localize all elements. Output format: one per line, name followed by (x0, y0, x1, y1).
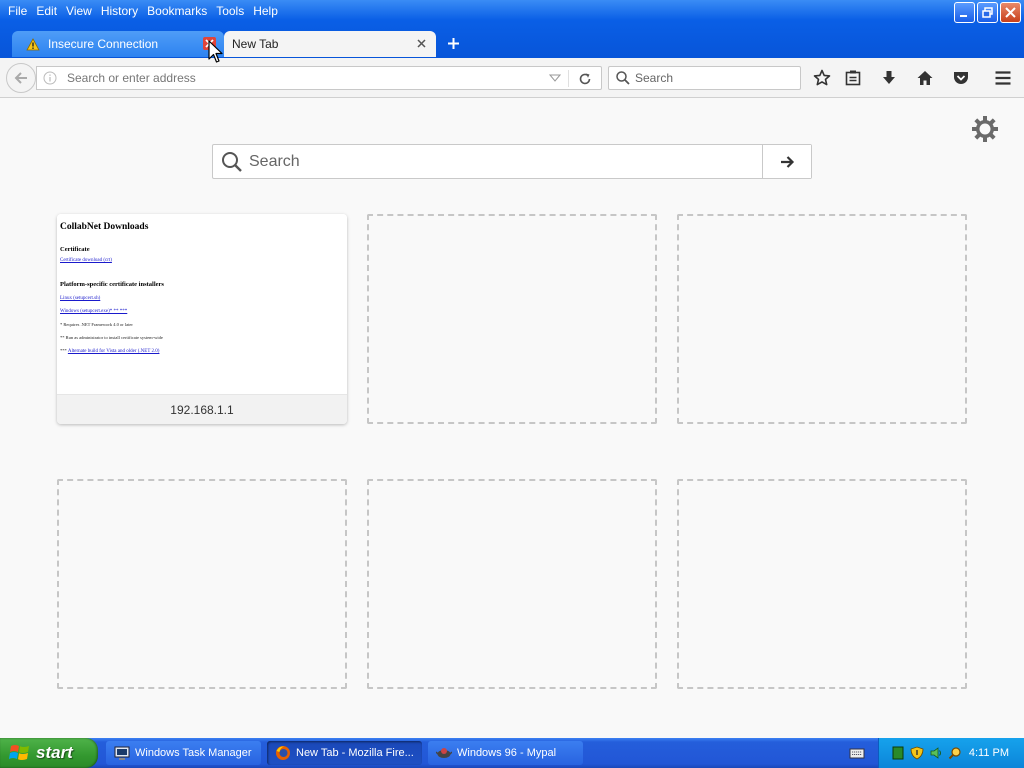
empty-tile-placeholder (367, 479, 657, 689)
newtab-settings-button[interactable] (970, 114, 1000, 144)
tile-title: 192.168.1.1 (57, 394, 347, 424)
minimize-icon (960, 15, 967, 17)
tab-new-tab[interactable]: New Tab (224, 31, 436, 57)
thumb-section: Platform-specific certificate installers (60, 281, 164, 288)
menu-view[interactable]: View (58, 4, 92, 18)
new-tab-button[interactable] (444, 34, 462, 52)
menu-file[interactable]: File (0, 4, 27, 18)
restore-button[interactable] (977, 2, 998, 23)
tab-label: New Tab (232, 37, 279, 51)
arrow-right-icon (781, 155, 795, 168)
navigation-toolbar (0, 58, 1024, 98)
top-site-tile[interactable]: CollabNet Downloads Certificate Certific… (57, 214, 347, 424)
window-chrome: File Edit View History Bookmarks Tools H… (0, 0, 1024, 60)
system-tray: 4:11 PM (878, 738, 1024, 768)
toolbar-search-bar[interactable] (608, 66, 801, 90)
taskbar-item-mypal[interactable]: Windows 96 - Mypal (428, 741, 583, 765)
tile-thumbnail: CollabNet Downloads Certificate Certific… (57, 214, 347, 394)
info-icon[interactable] (43, 71, 57, 85)
download-arrow-icon (883, 71, 895, 84)
home-icon (917, 71, 933, 85)
empty-tile-placeholder (677, 214, 967, 424)
newtab-search-box[interactable] (212, 144, 812, 179)
chevron-down-icon[interactable] (549, 73, 561, 83)
volume-icon[interactable] (929, 746, 943, 760)
thumb-section: Certificate (60, 246, 90, 253)
windows-flag-icon (9, 743, 31, 763)
bookmark-star-button[interactable] (812, 68, 832, 88)
menu-history[interactable]: History (93, 4, 138, 18)
thumb-note: * Requires .NET Framework 4.0 or later (60, 322, 133, 327)
close-icon (1005, 7, 1016, 18)
pocket-icon (954, 72, 968, 84)
url-bar[interactable] (36, 66, 602, 90)
task-label: New Tab - Mozilla Fire... (296, 747, 414, 759)
divider (568, 70, 569, 87)
close-window-button[interactable] (1000, 2, 1021, 23)
task-manager-icon (114, 745, 130, 761)
plus-icon (447, 37, 459, 49)
thumb-link: Alternate build for Vista and older (.NE… (67, 349, 160, 354)
taskbar: start Windows Task Manager New Tab - Moz… (0, 738, 1024, 768)
menu-button[interactable] (993, 68, 1013, 88)
empty-tile-placeholder (367, 214, 657, 424)
search-go-button[interactable] (762, 145, 811, 178)
minimize-button[interactable] (954, 2, 975, 23)
thumb-link: Certificate download (crt) (60, 258, 112, 263)
start-button[interactable]: start (0, 738, 98, 768)
empty-tile-placeholder (677, 479, 967, 689)
thumb-link: Windows (setupcert.exe)* ** *** (60, 309, 128, 314)
gear-icon (972, 116, 998, 142)
menu-edit[interactable]: Edit (28, 4, 57, 18)
mouse-cursor-icon (208, 40, 223, 63)
star-icon (813, 69, 831, 86)
pocket-button[interactable] (951, 68, 971, 88)
thumb-heading: CollabNet Downloads (60, 222, 149, 232)
restore-icon (982, 7, 993, 18)
tab-insecure-connection[interactable]: Insecure Connection (12, 31, 224, 57)
reading-list-button[interactable] (843, 68, 863, 88)
empty-tile-placeholder (57, 479, 347, 689)
thumb-note: *** Alternate build for Vista and older … (60, 348, 347, 354)
tab-close-button[interactable] (415, 37, 428, 50)
close-icon (417, 39, 426, 48)
thumb-link: Linux (setupcert.sh) (60, 296, 101, 301)
taskbar-item-firefox[interactable]: New Tab - Mozilla Fire... (267, 741, 422, 765)
home-button[interactable] (915, 68, 935, 88)
search-icon[interactable] (948, 746, 962, 760)
task-label: Windows 96 - Mypal (457, 747, 557, 759)
arrow-left-icon (14, 72, 27, 84)
firefox-icon (275, 745, 291, 761)
system-clock[interactable]: 4:11 PM (969, 747, 1009, 759)
warning-icon (26, 37, 40, 51)
clipboard-icon (845, 70, 861, 86)
search-icon (221, 151, 243, 173)
menu-bookmarks[interactable]: Bookmarks (139, 4, 207, 18)
reload-icon[interactable] (577, 71, 593, 87)
search-icon (615, 70, 631, 86)
tab-label: Insecure Connection (48, 37, 159, 51)
menu-tools[interactable]: Tools (208, 4, 244, 18)
security-shield-icon[interactable] (910, 746, 924, 760)
downloads-button[interactable] (879, 68, 899, 88)
keyboard-icon[interactable] (849, 746, 865, 760)
taskbar-item-task-manager[interactable]: Windows Task Manager (106, 741, 261, 765)
task-label: Windows Task Manager (135, 747, 252, 759)
mypal-icon (436, 745, 452, 761)
newtab-search-input[interactable] (249, 152, 749, 171)
back-button[interactable] (6, 63, 36, 93)
network-icon[interactable] (891, 746, 905, 760)
thumb-note: ** Run as administrator to install certi… (60, 335, 163, 340)
address-input[interactable] (67, 71, 537, 85)
thumb-note-prefix: *** (60, 348, 67, 353)
menu-bar: File Edit View History Bookmarks Tools H… (0, 0, 279, 22)
window-controls (954, 2, 1021, 23)
hamburger-menu-icon (995, 71, 1011, 85)
toolbar-search-input[interactable] (635, 71, 795, 85)
menu-help[interactable]: Help (245, 4, 278, 18)
start-label: start (36, 743, 73, 762)
